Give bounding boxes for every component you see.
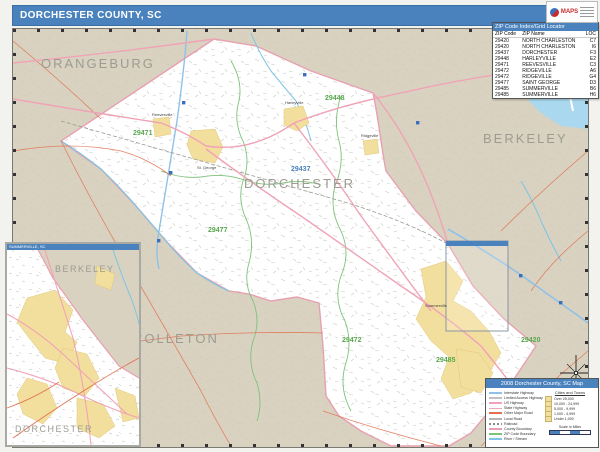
urban-ridgeville: [363, 139, 379, 155]
logo-text-lines: [580, 7, 594, 18]
inset-title-bar: SUMMERVILLE, SC: [7, 244, 139, 250]
line-swatch: [489, 433, 502, 435]
line-swatch: [489, 402, 502, 404]
zip-label-29485: 29485: [436, 357, 456, 364]
town-label-ridgeville: Ridgeville: [361, 133, 379, 138]
legend-item-label: County Boundary: [504, 427, 532, 431]
city-swatch: [545, 416, 552, 422]
label-orangeburg: ORANGEBURG: [41, 56, 155, 71]
town-label-st-george: St. George: [197, 165, 217, 170]
legend-item-label: ZIP Code Boundary: [504, 432, 536, 436]
scale-bar-group: Scale in Miles: [545, 425, 595, 435]
zip-index-header: ZIP Code Index/Grid Locator: [493, 23, 598, 31]
line-swatch: [489, 428, 502, 430]
label-colleton: COLLETON: [133, 331, 219, 346]
zip-label-29472: 29472: [342, 337, 362, 344]
city-class-label: 10,000 - 24,999: [554, 402, 579, 406]
legend-item-label: Local Road: [504, 417, 522, 421]
line-swatch: [489, 397, 502, 399]
cities-header: Cities and Towns: [545, 390, 595, 395]
line-swatch: [489, 412, 502, 414]
inset-label-dorchester: DORCHESTER: [15, 424, 93, 434]
legend-item-label: Interstate Highway: [504, 391, 534, 395]
label-berkeley: BERKELEY: [483, 131, 568, 146]
legend-header: 2008 Dorchester County, SC Map: [486, 379, 598, 388]
zip-label-29448: 29448: [325, 95, 345, 102]
line-swatch: [489, 423, 502, 425]
town-label-summerville: Summerville: [425, 303, 448, 308]
scale-bar: [549, 430, 591, 435]
globe-icon: [550, 8, 559, 17]
row-loc: H6: [582, 92, 598, 98]
label-dorchester: DORCHESTER: [244, 176, 355, 191]
scale-label: Scale in Miles: [545, 425, 595, 429]
page-title: DORCHESTER COUNTY, SC: [13, 10, 162, 21]
legend-item: River / Stream: [489, 437, 545, 442]
zip-label-29420: 29420: [521, 337, 541, 344]
zip-label-29471: 29471: [133, 130, 153, 137]
logo-brand: MAPS: [561, 9, 578, 15]
legend-cities-column: Cities and Towns Over 25,000 10,000 - 24…: [545, 390, 595, 442]
city-class-item: Under 1,000: [545, 417, 595, 422]
legend-item-label: State Highway: [504, 406, 527, 410]
urban-reevesville: [153, 117, 171, 137]
legend-item-label: US Highway: [504, 401, 524, 405]
line-swatch: [489, 392, 502, 394]
legend-road-column: Interstate Highway Limited Access Highwa…: [489, 390, 545, 442]
line-swatch: [489, 418, 502, 420]
map-legend: 2008 Dorchester County, SC Map Interstat…: [485, 378, 599, 448]
line-swatch: [489, 438, 502, 440]
table-row: 29485SUMMERVILLEH6: [493, 92, 598, 98]
inset-locator-box: [446, 241, 508, 331]
summerville-inset-map: BERKELEY DORCHESTER SUMMERVILLE, SC: [5, 242, 141, 447]
publisher-logo: MAPS: [546, 1, 598, 23]
inset-label-berkeley: BERKELEY: [55, 264, 115, 274]
zip-index-table: ZIP Code Index/Grid Locator ZIP Code ZIP…: [492, 22, 599, 99]
town-label-reevesville: Reevesville: [152, 112, 173, 117]
map-page: DORCHESTER COUNTY, SC MAPS: [0, 0, 600, 450]
city-class-label: 1,000 - 4,999: [554, 412, 575, 416]
row-name: SUMMERVILLE: [520, 92, 582, 98]
city-class-label: 5,000 - 9,999: [554, 407, 575, 411]
inset-canvas: BERKELEY DORCHESTER: [7, 244, 139, 445]
city-class-label: Under 1,000: [554, 417, 574, 421]
town-label-harleyville: Harleyville: [285, 100, 304, 105]
city-class-label: Over 25,000: [554, 397, 574, 401]
legend-item-label: Other Major Road: [504, 411, 533, 415]
legend-item-label: Railroad: [504, 422, 517, 426]
row-zip: 29485: [493, 92, 520, 98]
zip-label-29477: 29477: [208, 227, 228, 234]
zip-label-29437: 29437: [291, 166, 311, 173]
legend-item-label: Limited Access Highway: [504, 396, 543, 400]
line-swatch: [489, 408, 502, 409]
legend-item-label: River / Stream: [504, 437, 527, 441]
